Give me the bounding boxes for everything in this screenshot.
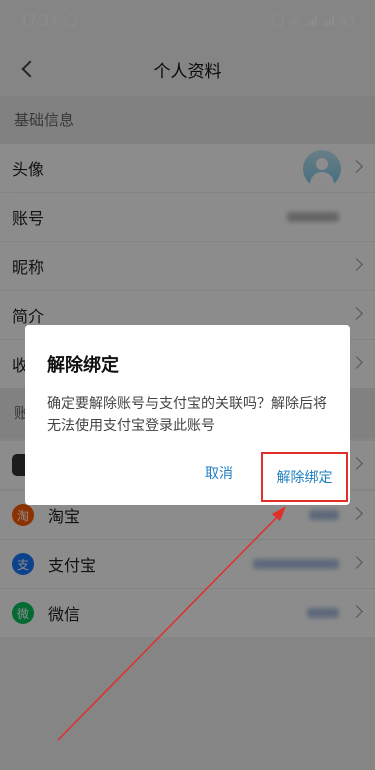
confirm-label: 解除绑定 bbox=[276, 470, 333, 486]
dialog-title: 解除绑定 bbox=[47, 355, 119, 376]
cancel-button[interactable]: 取消 bbox=[205, 463, 233, 483]
dialog-message: 确定要解除账号与支付宝的关联吗？解除后将无法使用支付宝登录此账号 bbox=[47, 396, 327, 434]
confirm-unbind-button[interactable]: 解除绑定 bbox=[261, 452, 348, 502]
unbind-dialog: 解除绑定 确定要解除账号与支付宝的关联吗？解除后将无法使用支付宝登录此账号 取消… bbox=[25, 325, 350, 505]
